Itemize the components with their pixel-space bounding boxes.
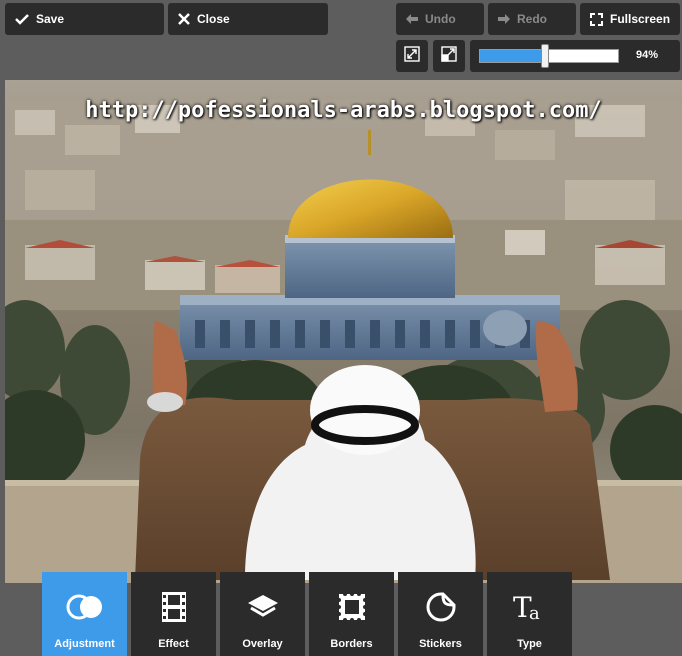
zoom-value: 94% [635,49,658,61]
checkmark-icon [15,13,29,25]
layers-icon [246,592,280,622]
svg-text:a: a [529,603,540,623]
photo-illustration [5,100,682,583]
circles-icon [66,592,104,622]
tool-label: Overlay [242,638,283,650]
arrow-right-icon [498,14,510,24]
close-button[interactable]: Close [168,3,328,35]
watermark-text: http://pofessionals-arabs.blogspot.com/ [85,98,602,123]
resize-expand-icon [404,45,420,67]
expand-icon [590,12,603,26]
fit-to-screen-button[interactable] [396,40,428,72]
tool-label: Borders [330,638,373,650]
tool-label: Effect [158,638,189,650]
film-icon [161,592,186,622]
fullscreen-label: Fullscreen [610,12,671,26]
save-button[interactable]: Save [5,3,164,35]
tool-borders[interactable]: Borders [309,572,394,656]
fullscreen-button[interactable]: Fullscreen [580,3,680,35]
zoom-slider[interactable] [479,49,619,63]
resize-shrink-icon [441,45,457,67]
sticker-icon [425,592,457,622]
undo-label: Undo [425,12,456,26]
zoom-slider-fill [480,50,546,62]
stamp-border-icon [336,592,367,622]
tool-label: Stickers [419,638,462,650]
close-label: Close [197,12,230,26]
tool-label: Type [517,638,542,650]
actual-size-button[interactable] [433,40,465,72]
close-icon [178,13,190,25]
tool-adjustment[interactable]: Adjustment [42,572,127,656]
arrow-left-icon [406,14,418,24]
tool-label: Adjustment [54,638,115,650]
tool-effect[interactable]: Effect [131,572,216,656]
redo-button[interactable]: Redo [488,3,576,35]
undo-button[interactable]: Undo [396,3,484,35]
tool-overlay[interactable]: Overlay [220,572,305,656]
tool-type[interactable]: T a Type [487,572,572,656]
zoom-slider-handle[interactable] [540,44,549,68]
tool-stickers[interactable]: Stickers [398,572,483,656]
redo-label: Redo [517,12,547,26]
type-icon: T a [513,591,547,623]
image-canvas[interactable]: http://pofessionals-arabs.blogspot.com/ [5,80,682,583]
zoom-control: 94% [470,40,680,72]
save-label: Save [36,12,65,26]
